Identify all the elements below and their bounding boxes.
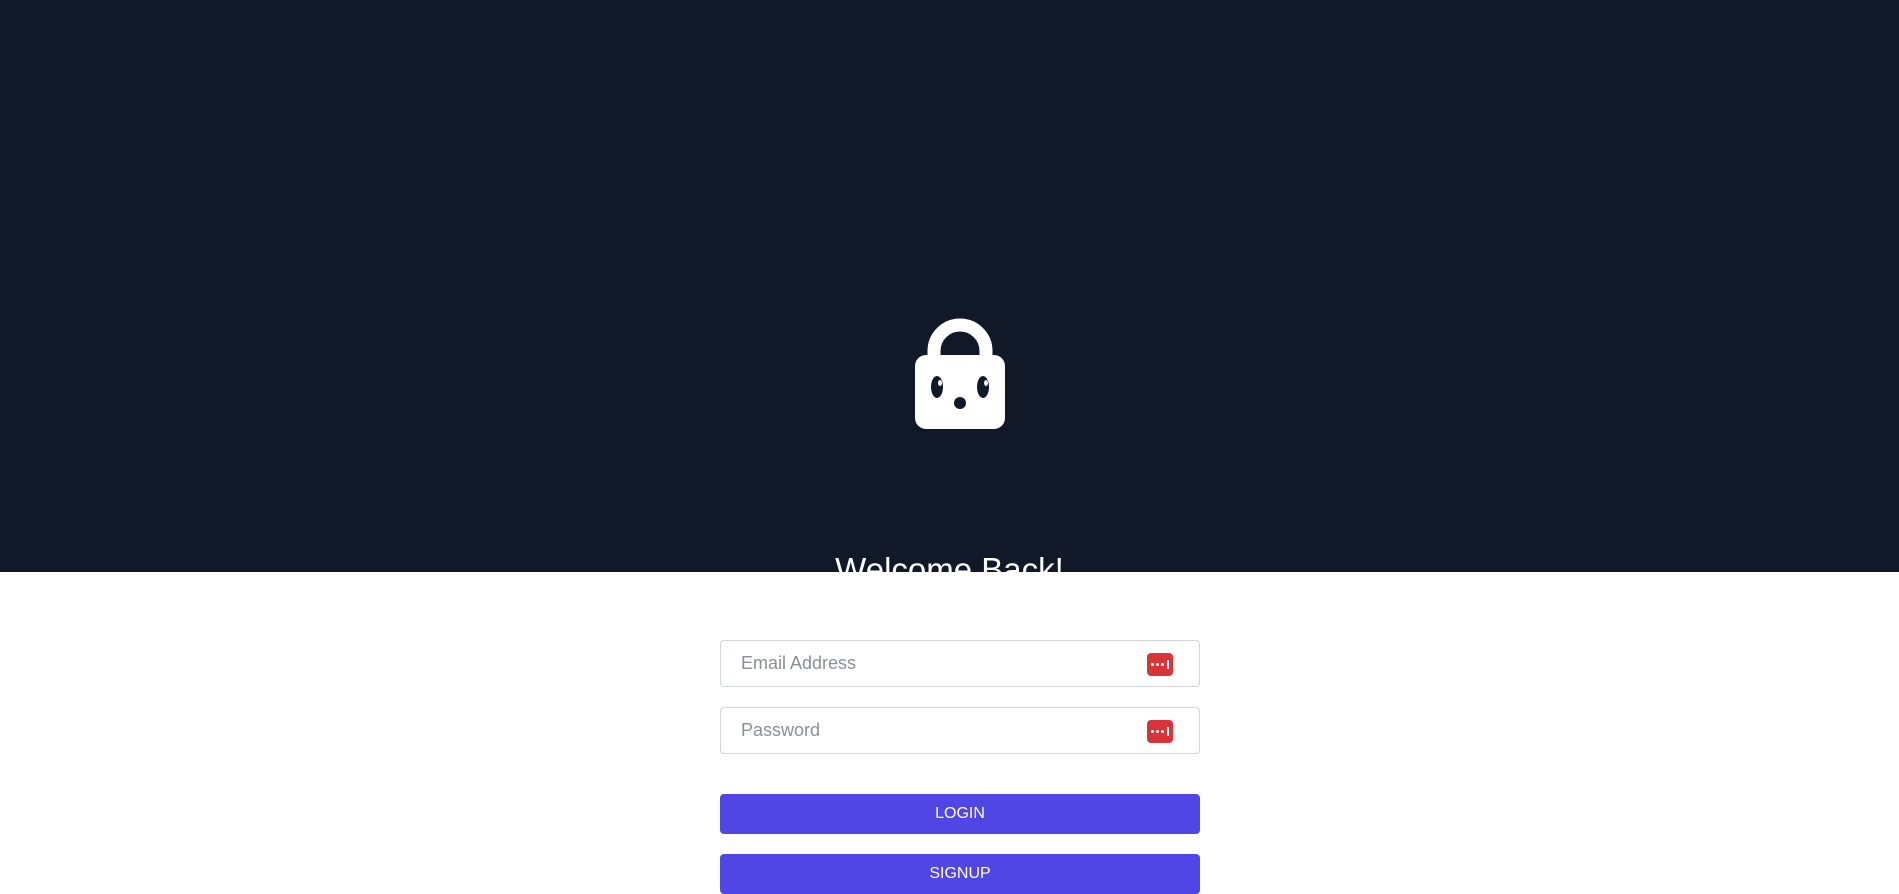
email-field[interactable] [721,641,1199,686]
cursor-bar-icon [1167,727,1169,736]
login-form: LOGIN SIGNUP [720,640,1200,894]
login-page: Welcome Back! LOGIN SIGNUP [0,0,1899,894]
cursor-bar-icon [1167,660,1169,669]
lock-face-icon [915,318,1005,429]
login-button[interactable]: LOGIN [720,794,1200,834]
password-manager-icon[interactable] [1147,653,1173,676]
dot-icon [1161,730,1164,733]
dot-icon [1151,663,1154,666]
dot-icon [1161,663,1164,666]
password-field[interactable] [721,708,1199,753]
password-manager-icon[interactable] [1147,720,1173,743]
signup-button[interactable]: SIGNUP [720,854,1200,894]
dot-icon [1151,730,1154,733]
page-title: Welcome Back! [835,551,1064,572]
password-field-wrapper [720,707,1200,754]
hero-banner: Welcome Back! [0,0,1899,572]
email-field-wrapper [720,640,1200,687]
dot-icon [1156,663,1159,666]
dot-icon [1156,730,1159,733]
